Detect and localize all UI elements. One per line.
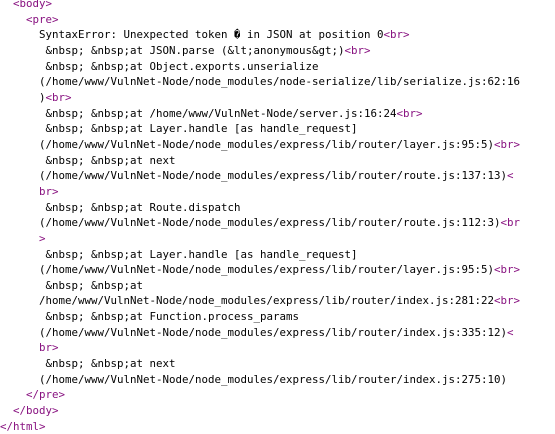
source-line: </html> [0,419,555,434]
source-line: br> [0,184,555,200]
error-text: &nbsp; &nbsp;at Function.process_params [45,310,300,324]
html-tag-token: </body> [13,404,59,418]
html-tag-token: <br> [45,90,72,104]
error-text: (/home/www/VulnNet-Node/node_modules/exp… [39,216,501,230]
html-tag-token: <body> [13,0,53,10]
source-line: (/home/www/VulnNet-Node/node_modules/exp… [0,215,555,231]
html-tag-token: <br> [494,137,521,151]
source-line: (/home/www/VulnNet-Node/node_modules/exp… [0,262,555,278]
source-line: (/home/www/VulnNet-Node/node_modules/exp… [0,372,555,388]
html-tag-token: <br> [396,106,423,120]
html-tag-token: <br [500,216,521,230]
error-text: (/home/www/VulnNet-Node/node_modules/nod… [39,75,521,89]
html-tag-token: > [39,231,46,245]
html-tag-token: <br> [494,294,521,308]
source-line: &nbsp; &nbsp;at next [0,356,555,372]
source-line: )<br> [0,90,555,106]
source-line: &nbsp; &nbsp;at Object.exports.unseriali… [0,59,555,75]
source-line: /home/www/VulnNet-Node/node_modules/expr… [0,293,555,309]
source-line: (/home/www/VulnNet-Node/node_modules/exp… [0,325,555,341]
source-line: &nbsp; &nbsp;at Route.dispatch [0,200,555,216]
html-tag-token: br> [39,341,59,355]
error-text: (/home/www/VulnNet-Node/node_modules/exp… [39,325,508,339]
source-line: &nbsp; &nbsp;at Layer.handle [as handle_… [0,247,555,263]
source-line: &nbsp; &nbsp;at next [0,153,555,169]
error-text: (/home/www/VulnNet-Node/node_modules/exp… [39,263,495,277]
html-tag-token: br> [39,184,59,198]
error-text: &nbsp; &nbsp;at next [45,357,176,371]
source-line: (/home/www/VulnNet-Node/node_modules/nod… [0,74,555,90]
page-source-view: <body> <pre> SyntaxError: Unexpected token… [0,0,555,434]
error-text: SyntaxError: Unexpected token � in JSON … [39,28,384,42]
source-line: SyntaxError: Unexpected token � in JSON … [0,27,555,43]
source-line: &nbsp; &nbsp;at Function.process_params [0,309,555,325]
error-text: &nbsp; &nbsp;at JSON.parse (&lt;anonymou… [45,43,345,57]
error-text: (/home/www/VulnNet-Node/node_modules/exp… [39,372,508,386]
source-line: </body> [0,403,555,419]
error-text: &nbsp; &nbsp;at Layer.handle [as handle_… [45,122,358,136]
source-line: <pre> [0,12,555,28]
source-line: (/home/www/VulnNet-Node/node_modules/exp… [0,168,555,184]
error-text: &nbsp; &nbsp;at Route.dispatch [45,200,241,214]
error-text: &nbsp; &nbsp;at next [45,153,176,167]
html-tag-token: <pre> [26,12,59,26]
source-line: (/home/www/VulnNet-Node/node_modules/exp… [0,137,555,153]
source-line: &nbsp; &nbsp;at [0,278,555,294]
source-line: <body> [0,0,555,12]
html-tag-token: < [507,169,514,183]
source-line: &nbsp; &nbsp;at /home/www/VulnNet-Node/s… [0,106,555,122]
error-text: (/home/www/VulnNet-Node/node_modules/exp… [39,169,508,183]
source-line: > [0,231,555,247]
html-tag-token: </html> [0,419,46,433]
error-text: (/home/www/VulnNet-Node/node_modules/exp… [39,137,495,151]
html-tag-token: <br> [494,263,521,277]
error-text: /home/www/VulnNet-Node/node_modules/expr… [39,294,495,308]
error-text: &nbsp; &nbsp;at [45,278,144,292]
source-line: &nbsp; &nbsp;at Layer.handle [as handle_… [0,121,555,137]
html-tag-token: </pre> [26,388,66,402]
html-tag-token: <br> [383,28,410,42]
error-text: &nbsp; &nbsp;at Object.exports.unseriali… [45,59,319,73]
source-line: &nbsp; &nbsp;at JSON.parse (&lt;anonymou… [0,43,555,59]
html-tag-token: < [507,325,514,339]
html-tag-token: <br> [344,43,371,57]
source-line: br> [0,340,555,356]
error-text: &nbsp; &nbsp;at /home/www/VulnNet-Node/s… [45,106,397,120]
error-text: &nbsp; &nbsp;at Layer.handle [as handle_… [45,247,358,261]
